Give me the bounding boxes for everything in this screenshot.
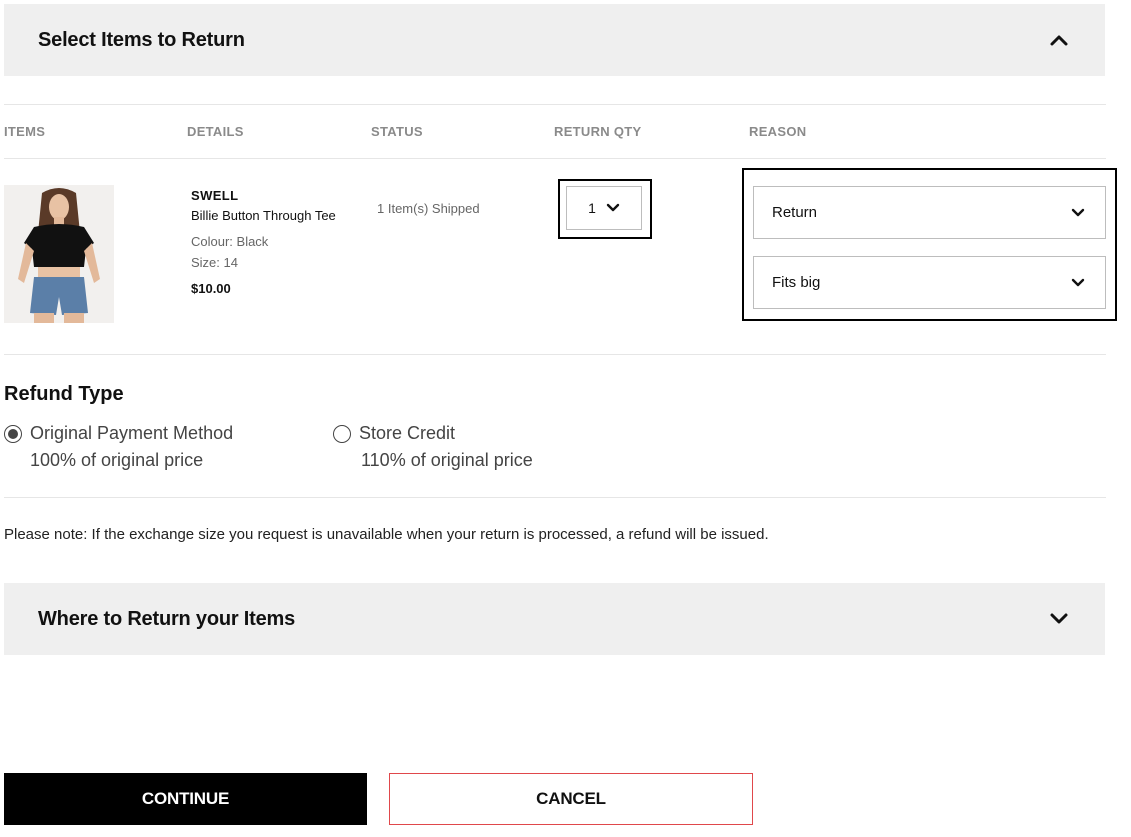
where-to-return-accordion-header[interactable]: Where to Return your Items [4,583,1105,655]
divider [4,497,1106,498]
reason-type-select[interactable]: Return [753,186,1106,239]
refund-option-original-payment[interactable]: Original Payment Method [4,423,233,444]
product-size: Size: 14 [191,255,238,270]
refund-option-label: Store Credit [359,423,456,443]
where-to-return-title: Where to Return your Items [38,607,296,630]
chevron-down-icon[interactable] [1047,607,1071,631]
refund-option-sub: 100% of original price [30,450,204,470]
product-price: $10.00 [191,281,231,296]
divider [4,104,1106,105]
header-items: ITEMS [4,124,46,139]
product-image [4,185,114,323]
header-status: STATUS [371,124,423,139]
refund-option-store-credit[interactable]: Store Credit [333,423,455,444]
reason-detail-select[interactable]: Fits big [753,256,1106,309]
item-status: 1 Item(s) Shipped [377,201,480,216]
reason-type-value: Return [772,204,818,221]
select-items-accordion-header[interactable]: Select Items to Return [4,4,1105,76]
refund-option-sub: 110% of original price [361,450,533,470]
divider [4,354,1106,355]
product-colour: Colour: Black [191,234,269,249]
refund-type-title: Refund Type [4,383,124,405]
chevron-down-icon [1071,278,1085,286]
continue-button[interactable]: CONTINUE [4,773,367,825]
product-name: Billie Button Through Tee [191,208,336,223]
radio-selected-icon[interactable] [4,424,22,443]
header-return-qty: RETURN QTY [554,124,642,139]
reason-detail-value: Fits big [772,274,821,291]
header-details: DETAILS [187,124,244,139]
refund-option-label: Original Payment Method [30,423,234,443]
return-qty-select[interactable]: 1 [566,186,642,230]
chevron-down-icon [606,203,620,212]
chevron-down-icon [1071,208,1085,216]
exchange-note: Please note: If the exchange size you re… [4,526,769,543]
divider [4,158,1106,159]
cancel-button[interactable]: CANCEL [389,773,753,825]
product-brand: SWELL [191,188,239,203]
radio-unselected-icon[interactable] [333,424,351,443]
chevron-up-icon[interactable] [1047,28,1071,52]
header-reason: REASON [749,124,807,139]
return-qty-value: 1 [588,200,596,216]
select-items-title: Select Items to Return [38,28,245,51]
